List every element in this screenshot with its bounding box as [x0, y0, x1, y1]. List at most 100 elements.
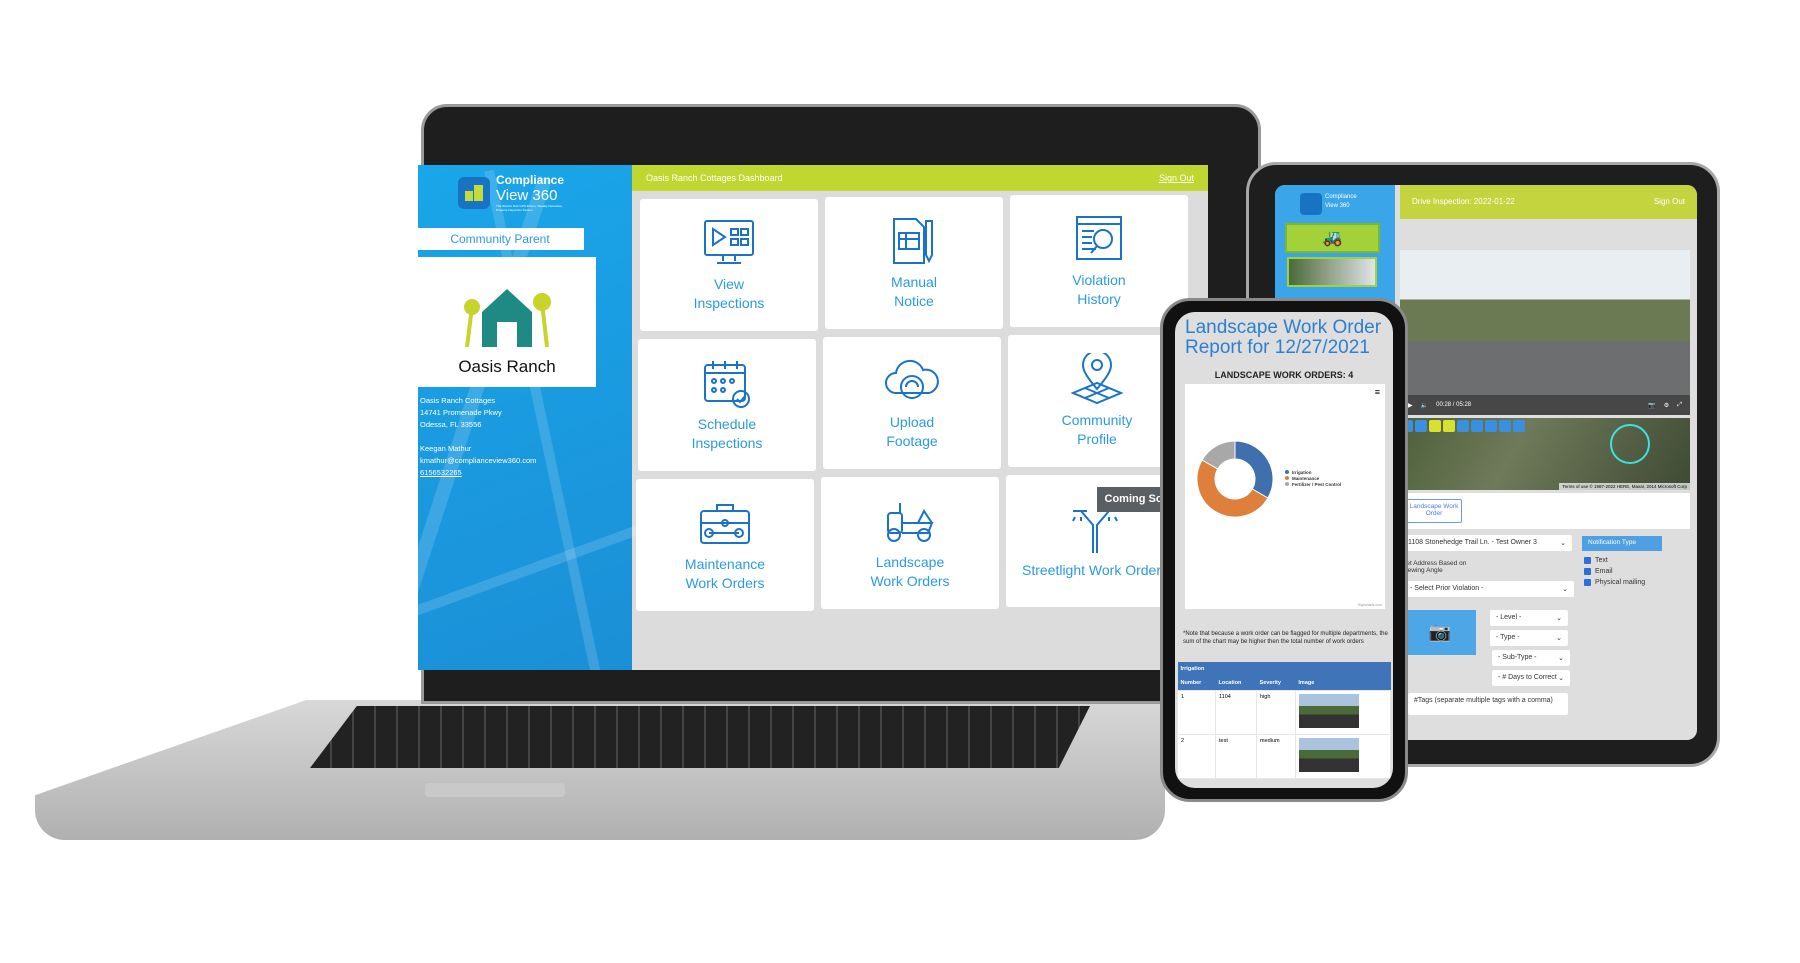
notification-options: Text Email Physical mailing — [1584, 557, 1645, 590]
house-logo-icon — [458, 176, 490, 209]
monitor-video-icon — [704, 220, 754, 264]
legend-label[interactable]: Fertilizer / Pest Control — [1292, 482, 1341, 487]
tile-label: Manual — [891, 274, 937, 290]
column-header: Number — [1177, 676, 1216, 691]
notification-text[interactable]: Text — [1584, 557, 1645, 564]
table-cell: medium — [1256, 734, 1296, 779]
document-pen-icon — [893, 218, 933, 264]
days-to-correct-select[interactable]: - # Days to Correct ⌄ — [1492, 670, 1570, 686]
tile-maintenance[interactable]: Maintenance Work Orders — [636, 479, 814, 611]
legend-marker — [1285, 470, 1289, 474]
play-icon[interactable]: ▶ — [1408, 402, 1413, 409]
sign-out-link[interactable]: Sign Out — [1654, 197, 1685, 207]
calendar-icon[interactable] — [1415, 420, 1427, 432]
tile-label: Streetlight Work Orders — [1021, 561, 1168, 578]
tile-label: Community — [1061, 412, 1133, 428]
address-block: Oasis Ranch Cottages 14741 Promenade Pkw… — [420, 395, 536, 479]
landscape-work-order-button[interactable]: Landscape Work Order — [1406, 499, 1462, 523]
table-row[interactable]: 1 1104 high — [1177, 690, 1392, 735]
checkbox-checked-icon[interactable] — [1584, 568, 1591, 575]
tile-label-2: Inspections — [693, 295, 765, 311]
browser-search-icon — [1076, 216, 1122, 260]
tile-streetlight[interactable]: Streetlight Work Orders Coming Soon — [1006, 475, 1184, 607]
person-icon[interactable] — [1443, 420, 1455, 432]
checkbox-checked-icon[interactable] — [1584, 579, 1591, 586]
mute-icon[interactable]: 🔈 — [1421, 402, 1428, 409]
violation-form: Landscape Work Order 1108 Stonehedge Tra… — [1400, 493, 1697, 740]
sidebar: Compliance View 360 The World's First GP… — [418, 165, 652, 670]
brand-name: Compliance View 360 — [1325, 194, 1357, 209]
map-icon[interactable] — [1429, 420, 1441, 432]
rotate-right-icon[interactable] — [1485, 420, 1497, 432]
footage-thumbnail[interactable] — [1298, 738, 1359, 772]
subtype-select[interactable]: - Sub-Type - ⌄ — [1492, 650, 1570, 666]
tags-input[interactable]: #Tags (separate multiple tags with a com… — [1408, 693, 1568, 715]
tile-label: Upload — [889, 414, 935, 430]
tile-label-2: Work Orders — [685, 575, 765, 591]
community-parent-button[interactable]: Community Parent — [418, 228, 584, 250]
video-controls: ▶ 🔈 00:28 / 05:28 📷 ⚙ ⤢ — [1400, 395, 1690, 415]
laptop-keyboard — [310, 706, 1090, 768]
tile-label: Violation — [1072, 272, 1126, 288]
calendar-check-icon — [704, 361, 750, 408]
tile-landscape[interactable]: Landscape Work Orders — [821, 477, 999, 609]
cloud-upload-icon — [885, 359, 939, 399]
address-street: 14741 Promenade Pkwy — [420, 408, 502, 417]
map-pin-user-icon — [1070, 353, 1124, 405]
settings-icon[interactable]: ⚙ — [1664, 402, 1669, 409]
type-select[interactable]: - Type - ⌄ — [1490, 630, 1568, 646]
contact-phone[interactable]: 6156532265 — [420, 467, 536, 479]
footage-thumbnail[interactable] — [1287, 257, 1377, 287]
table-row[interactable]: 2 test medium — [1177, 734, 1392, 779]
tile-label: Landscape — [875, 554, 945, 570]
tile-violation[interactable]: Violation History — [1010, 195, 1188, 327]
legend-label[interactable]: Maintenance — [1292, 476, 1320, 481]
sign-out-link[interactable]: Sign Out — [1159, 173, 1194, 183]
community-logo: Oasis Ranch — [418, 257, 596, 387]
mower-tab-button[interactable]: 🚜 — [1285, 223, 1380, 253]
legend-label[interactable]: Irrigation — [1292, 470, 1312, 475]
notification-physical-mailing[interactable]: Physical mailing — [1584, 579, 1645, 586]
notification-type-header: Notification Type — [1582, 536, 1662, 551]
table-cell-image[interactable] — [1294, 690, 1392, 735]
dashboard-title: Oasis Ranch Cottages Dashboard — [646, 173, 783, 183]
satellite-map[interactable]: Terms of use © 1987-2022 HERE, Maxar, 20… — [1400, 418, 1690, 490]
table-cell-image[interactable] — [1294, 734, 1392, 779]
tile-label-2: Profile — [1077, 431, 1117, 447]
mower-icon: 🚜 — [1322, 230, 1343, 247]
camera-icon[interactable]: 📷 — [1648, 402, 1655, 409]
crosshair-icon — [1610, 424, 1650, 464]
tile-label-2: Notice — [894, 293, 934, 309]
table-cell: 1104 — [1214, 690, 1258, 735]
tablet-header: Drive Inspection: 2022-01-22 Sign Out — [1400, 185, 1697, 219]
column-header: Severity — [1256, 676, 1296, 691]
contact-email[interactable]: kmathur@complianceview360.com — [420, 455, 536, 467]
address-city: Odessa, FL 33556 — [420, 420, 482, 429]
highcharts-credit: Highcharts.com — [1357, 603, 1382, 607]
tile-label: View — [713, 276, 745, 292]
steering-icon[interactable] — [1457, 420, 1469, 432]
rotate-left-icon[interactable] — [1471, 420, 1483, 432]
footage-thumbnail[interactable] — [1298, 694, 1359, 728]
camera-upload-button[interactable]: 📷 — [1404, 610, 1476, 655]
tile-manual[interactable]: Manual Notice — [825, 197, 1003, 329]
address-select[interactable]: 1108 Stonehedge Trail Ln. - Test Owner 3… — [1402, 535, 1572, 551]
tile-upload[interactable]: Upload Footage — [823, 337, 1001, 469]
table-cell: 1 — [1177, 690, 1216, 735]
checkbox-checked-icon[interactable] — [1584, 557, 1591, 564]
tile-view[interactable]: View Inspections — [640, 199, 818, 331]
zoom-out-icon[interactable] — [1513, 420, 1525, 432]
table-section-header: Irrigation — [1177, 662, 1391, 676]
tile-label-2: Inspections — [691, 435, 763, 451]
video-player[interactable]: ▶ 🔈 00:28 / 05:28 📷 ⚙ ⤢ — [1400, 250, 1690, 415]
notification-email[interactable]: Email — [1584, 568, 1645, 575]
zoom-in-icon[interactable] — [1499, 420, 1511, 432]
prior-violation-select[interactable]: - Select Prior Violation - ⌄ — [1404, 581, 1574, 597]
community-logo-text: Oasis Ranch — [458, 357, 556, 376]
chart-menu-icon[interactable]: ≡ — [1375, 387, 1380, 397]
chart-note: *Note that because a work order can be f… — [1183, 631, 1388, 645]
level-select[interactable]: - Level - ⌄ — [1490, 610, 1568, 626]
fullscreen-icon[interactable]: ⤢ — [1677, 402, 1682, 409]
tile-schedule[interactable]: Schedule Inspections — [638, 339, 816, 471]
dashboard-header: Oasis Ranch Cottages Dashboard Sign Out — [632, 165, 1208, 191]
